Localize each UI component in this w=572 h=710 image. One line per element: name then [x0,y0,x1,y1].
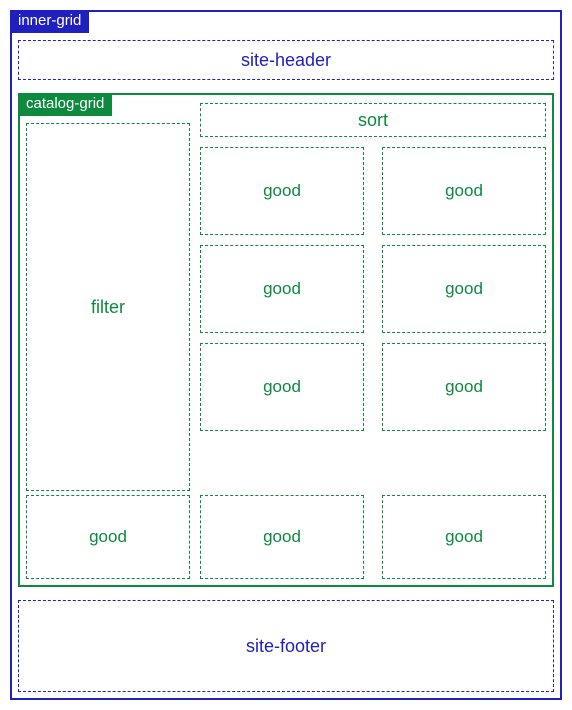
good-cell: good [200,343,364,431]
site-header-label: site-header [241,50,331,71]
filter-label: filter [91,297,125,318]
good-label: good [445,527,483,547]
good-label: good [445,279,483,299]
sort-label: sort [358,110,388,131]
good-cell: good [200,245,364,333]
good-label: good [445,181,483,201]
good-cell: good [382,147,546,235]
good-label: good [263,181,301,201]
good-label: good [263,377,301,397]
inner-grid-container: inner-grid site-header catalog-grid filt… [10,10,562,700]
site-footer-label: site-footer [246,636,326,657]
good-label: good [89,527,127,547]
good-cell: good [200,147,364,235]
sort-region: sort [200,103,546,137]
good-cell: good [382,495,546,579]
good-cell: good [26,495,190,579]
catalog-grid-tag: catalog-grid [18,93,112,116]
good-label: good [263,279,301,299]
good-cell: good [200,495,364,579]
site-header-region: site-header [18,40,554,80]
good-cell: good [382,343,546,431]
site-footer-region: site-footer [18,600,554,692]
catalog-grid-container: catalog-grid filter sort good good good … [18,93,554,587]
good-label: good [263,527,301,547]
inner-grid-tag: inner-grid [10,10,89,33]
filter-region: filter [26,123,190,491]
good-cell: good [382,245,546,333]
good-label: good [445,377,483,397]
